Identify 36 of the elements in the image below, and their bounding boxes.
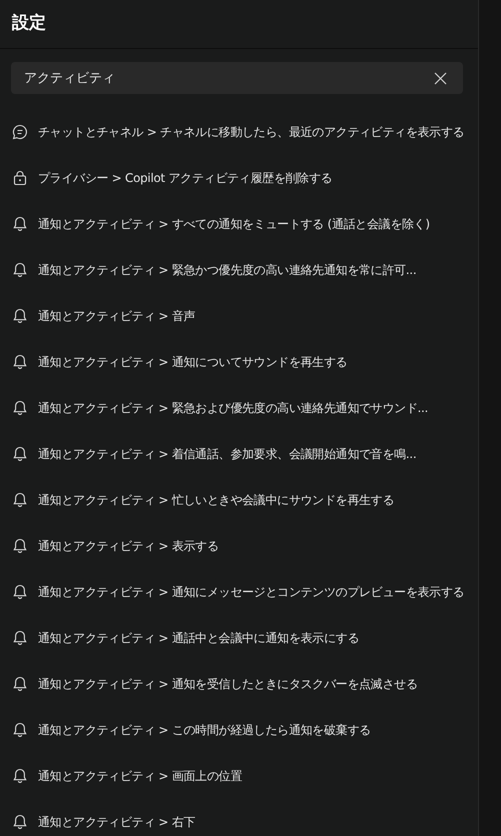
search-result[interactable]: 通知とアクティビティ > 着信通話、参加要求、会議開始通知で音を鳴...: [0, 431, 478, 477]
bell-icon: [12, 262, 28, 278]
bell-icon: [12, 216, 28, 232]
search-result[interactable]: 通知とアクティビティ > 右下: [0, 799, 478, 836]
search-result[interactable]: 通知とアクティビティ > 通知を受信したときにタスクバーを点滅させる: [0, 661, 478, 707]
search-result[interactable]: プライバシー > Copilot アクティビティ履歴を削除する: [0, 155, 478, 201]
chat-bubble-icon: [12, 124, 28, 140]
lock-icon: [12, 170, 28, 186]
search-result[interactable]: チャットとチャネル > チャネルに移動したら、最近のアクティビティを表示する: [0, 109, 478, 155]
bell-icon: [12, 814, 28, 830]
close-button[interactable]: [433, 71, 447, 85]
bell-icon: [12, 768, 28, 784]
search-result[interactable]: 通知とアクティビティ > 緊急および優先度の高い連絡先通知でサウンド...: [0, 385, 478, 431]
search-result[interactable]: 通知とアクティビティ > 表示する: [0, 523, 478, 569]
bell-icon: [12, 400, 28, 416]
bell-icon: [12, 538, 28, 554]
search-result[interactable]: 通知とアクティビティ > 緊急かつ優先度の高い連絡先通知を常に許可...: [0, 247, 478, 293]
search-result[interactable]: 通知とアクティビティ > この時間が経過したら通知を破棄する: [0, 707, 478, 753]
search-result[interactable]: 通知とアクティビティ > 忙しいときや会議中にサウンドを再生する: [0, 477, 478, 523]
search-result[interactable]: 通知とアクティビティ > 音声: [0, 293, 478, 339]
search-result[interactable]: 通知とアクティビティ > 画面上の位置: [0, 753, 478, 799]
bell-icon: [12, 354, 28, 370]
close-icon: [434, 72, 446, 84]
search-result[interactable]: 通知とアクティビティ > すべての通知をミュートする (通話と会議を除く): [0, 201, 478, 247]
bell-icon: [12, 722, 28, 738]
search-result[interactable]: 通知とアクティビティ > 通知についてサウンドを再生する: [0, 339, 478, 385]
search-result[interactable]: 通知とアクティビティ > 通知にメッセージとコンテンツのプレビューを表示する: [0, 569, 478, 615]
bell-icon: [12, 584, 28, 600]
bell-icon: [12, 492, 28, 508]
bell-icon: [12, 630, 28, 646]
search-result[interactable]: 通知とアクティビティ > 通話中と会議中に通知を表示にする: [0, 615, 478, 661]
bell-icon: [12, 446, 28, 462]
panel-title: 設定: [12, 12, 46, 36]
bell-icon: [12, 308, 28, 324]
bell-icon: [12, 676, 28, 692]
search-field[interactable]: アクティビティ: [11, 62, 463, 94]
